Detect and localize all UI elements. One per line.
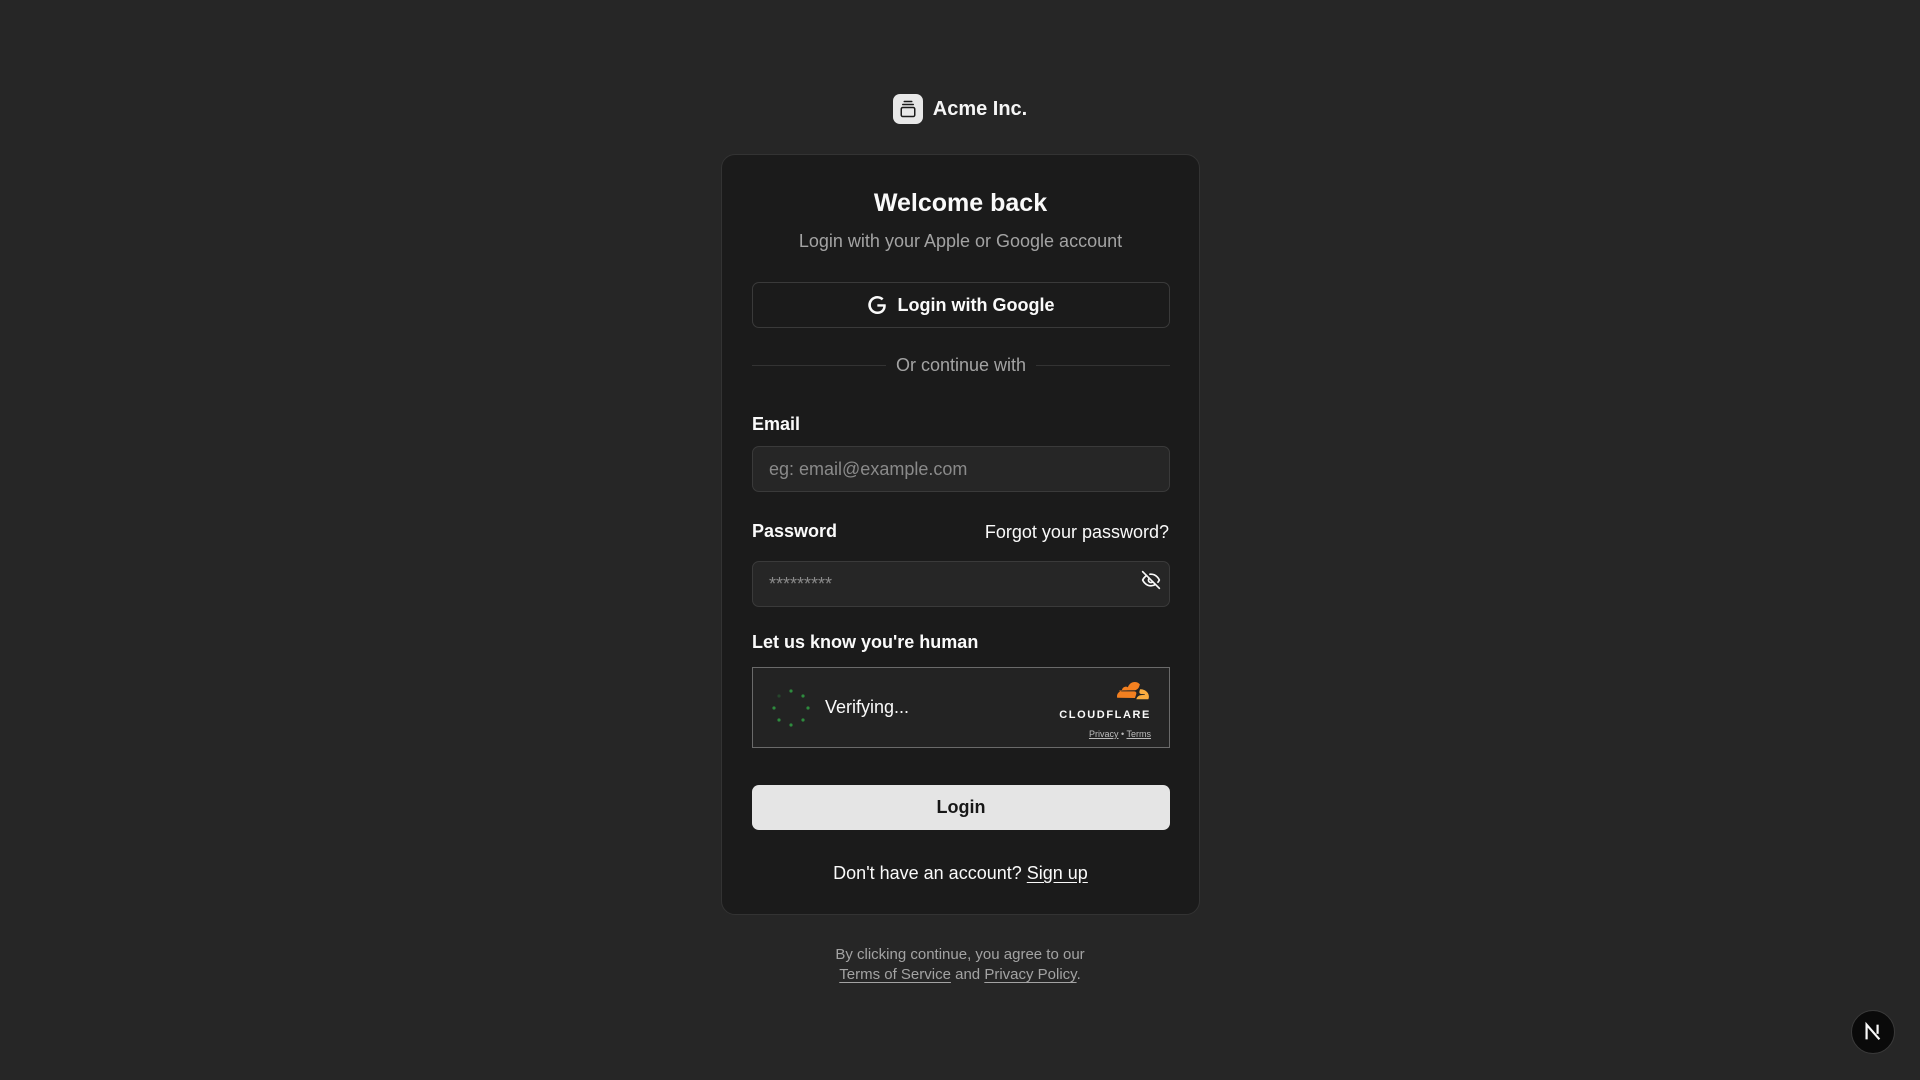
footer-and: and	[955, 966, 981, 983]
password-label: Password	[752, 521, 838, 541]
brand-name: Acme Inc.	[932, 97, 1028, 120]
legal-footer: By clicking continue, you agree to our T…	[0, 945, 1920, 985]
nextjs-logo-icon	[1865, 1021, 1881, 1041]
email-field[interactable]	[752, 446, 1170, 492]
cloudflare-wordmark: CLOUDFLARE	[1059, 709, 1151, 721]
cloudflare-terms-link[interactable]: Terms	[1127, 729, 1152, 739]
login-card: Welcome back Login with your Apple or Go…	[721, 154, 1200, 915]
google-icon	[867, 296, 886, 314]
privacy-policy-link[interactable]: Privacy Policy	[984, 966, 1076, 983]
page-title: Welcome back	[873, 189, 1048, 217]
login-with-google-button[interactable]: Login with Google	[752, 282, 1170, 328]
signup-link[interactable]: Sign up	[1027, 863, 1088, 883]
nextjs-dev-badge[interactable]	[1851, 1010, 1895, 1054]
forgot-password-link[interactable]: Forgot your password?	[985, 522, 1169, 543]
divider: Or continue with	[752, 351, 1170, 379]
login-button[interactable]: Login	[752, 785, 1170, 830]
signup-prompt: Don't have an account?	[833, 863, 1022, 883]
footer-line-2: Terms of Service and Privacy Policy.	[0, 965, 1920, 985]
footer-line-1: By clicking continue, you agree to our	[835, 946, 1085, 963]
divider-line-left	[752, 364, 886, 366]
brand-header: Acme Inc.	[0, 93, 1920, 125]
captcha-label: Let us know you're human	[752, 632, 979, 652]
cloudflare-link-separator: •	[1121, 729, 1125, 739]
cloudflare-cloud-icon	[1117, 682, 1149, 700]
page-subtitle: Login with your Apple or Google account	[798, 231, 1123, 251]
eye-off-icon[interactable]	[1140, 569, 1162, 591]
cloudflare-logo: CLOUDFLARE Privacy • Terms	[1055, 682, 1151, 739]
divider-line-right	[1036, 364, 1170, 366]
cloudflare-links: Privacy • Terms	[1055, 729, 1151, 739]
password-field[interactable]	[752, 561, 1170, 607]
spinner-icon	[772, 689, 810, 727]
cloudflare-turnstile-widget[interactable]: Verifying... CLOUDFLARE Privacy • Terms	[752, 667, 1170, 748]
google-button-label: Login with Google	[897, 294, 1055, 315]
signup-row: Don't have an account? Sign up	[722, 863, 1199, 884]
cloudflare-privacy-link[interactable]: Privacy	[1089, 729, 1119, 739]
gallery-icon	[892, 94, 923, 124]
verifying-status: Verifying...	[825, 697, 910, 717]
divider-text: Or continue with	[895, 354, 1027, 375]
footer-period: .	[1076, 966, 1081, 983]
email-label: Email	[752, 414, 801, 434]
terms-of-service-link[interactable]: Terms of Service	[839, 966, 951, 983]
